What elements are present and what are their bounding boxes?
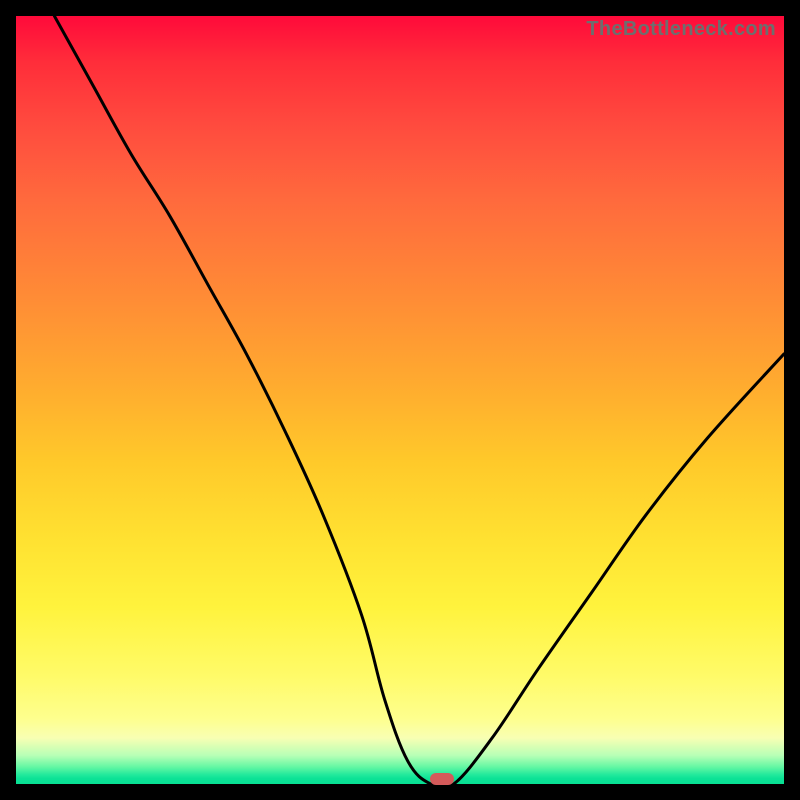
plot-area: TheBottleneck.com: [16, 16, 784, 784]
watermark-text: TheBottleneck.com: [586, 18, 776, 41]
bottleneck-curve: [16, 16, 784, 784]
optimal-point-marker: [430, 773, 454, 785]
chart-frame: TheBottleneck.com: [0, 0, 800, 800]
